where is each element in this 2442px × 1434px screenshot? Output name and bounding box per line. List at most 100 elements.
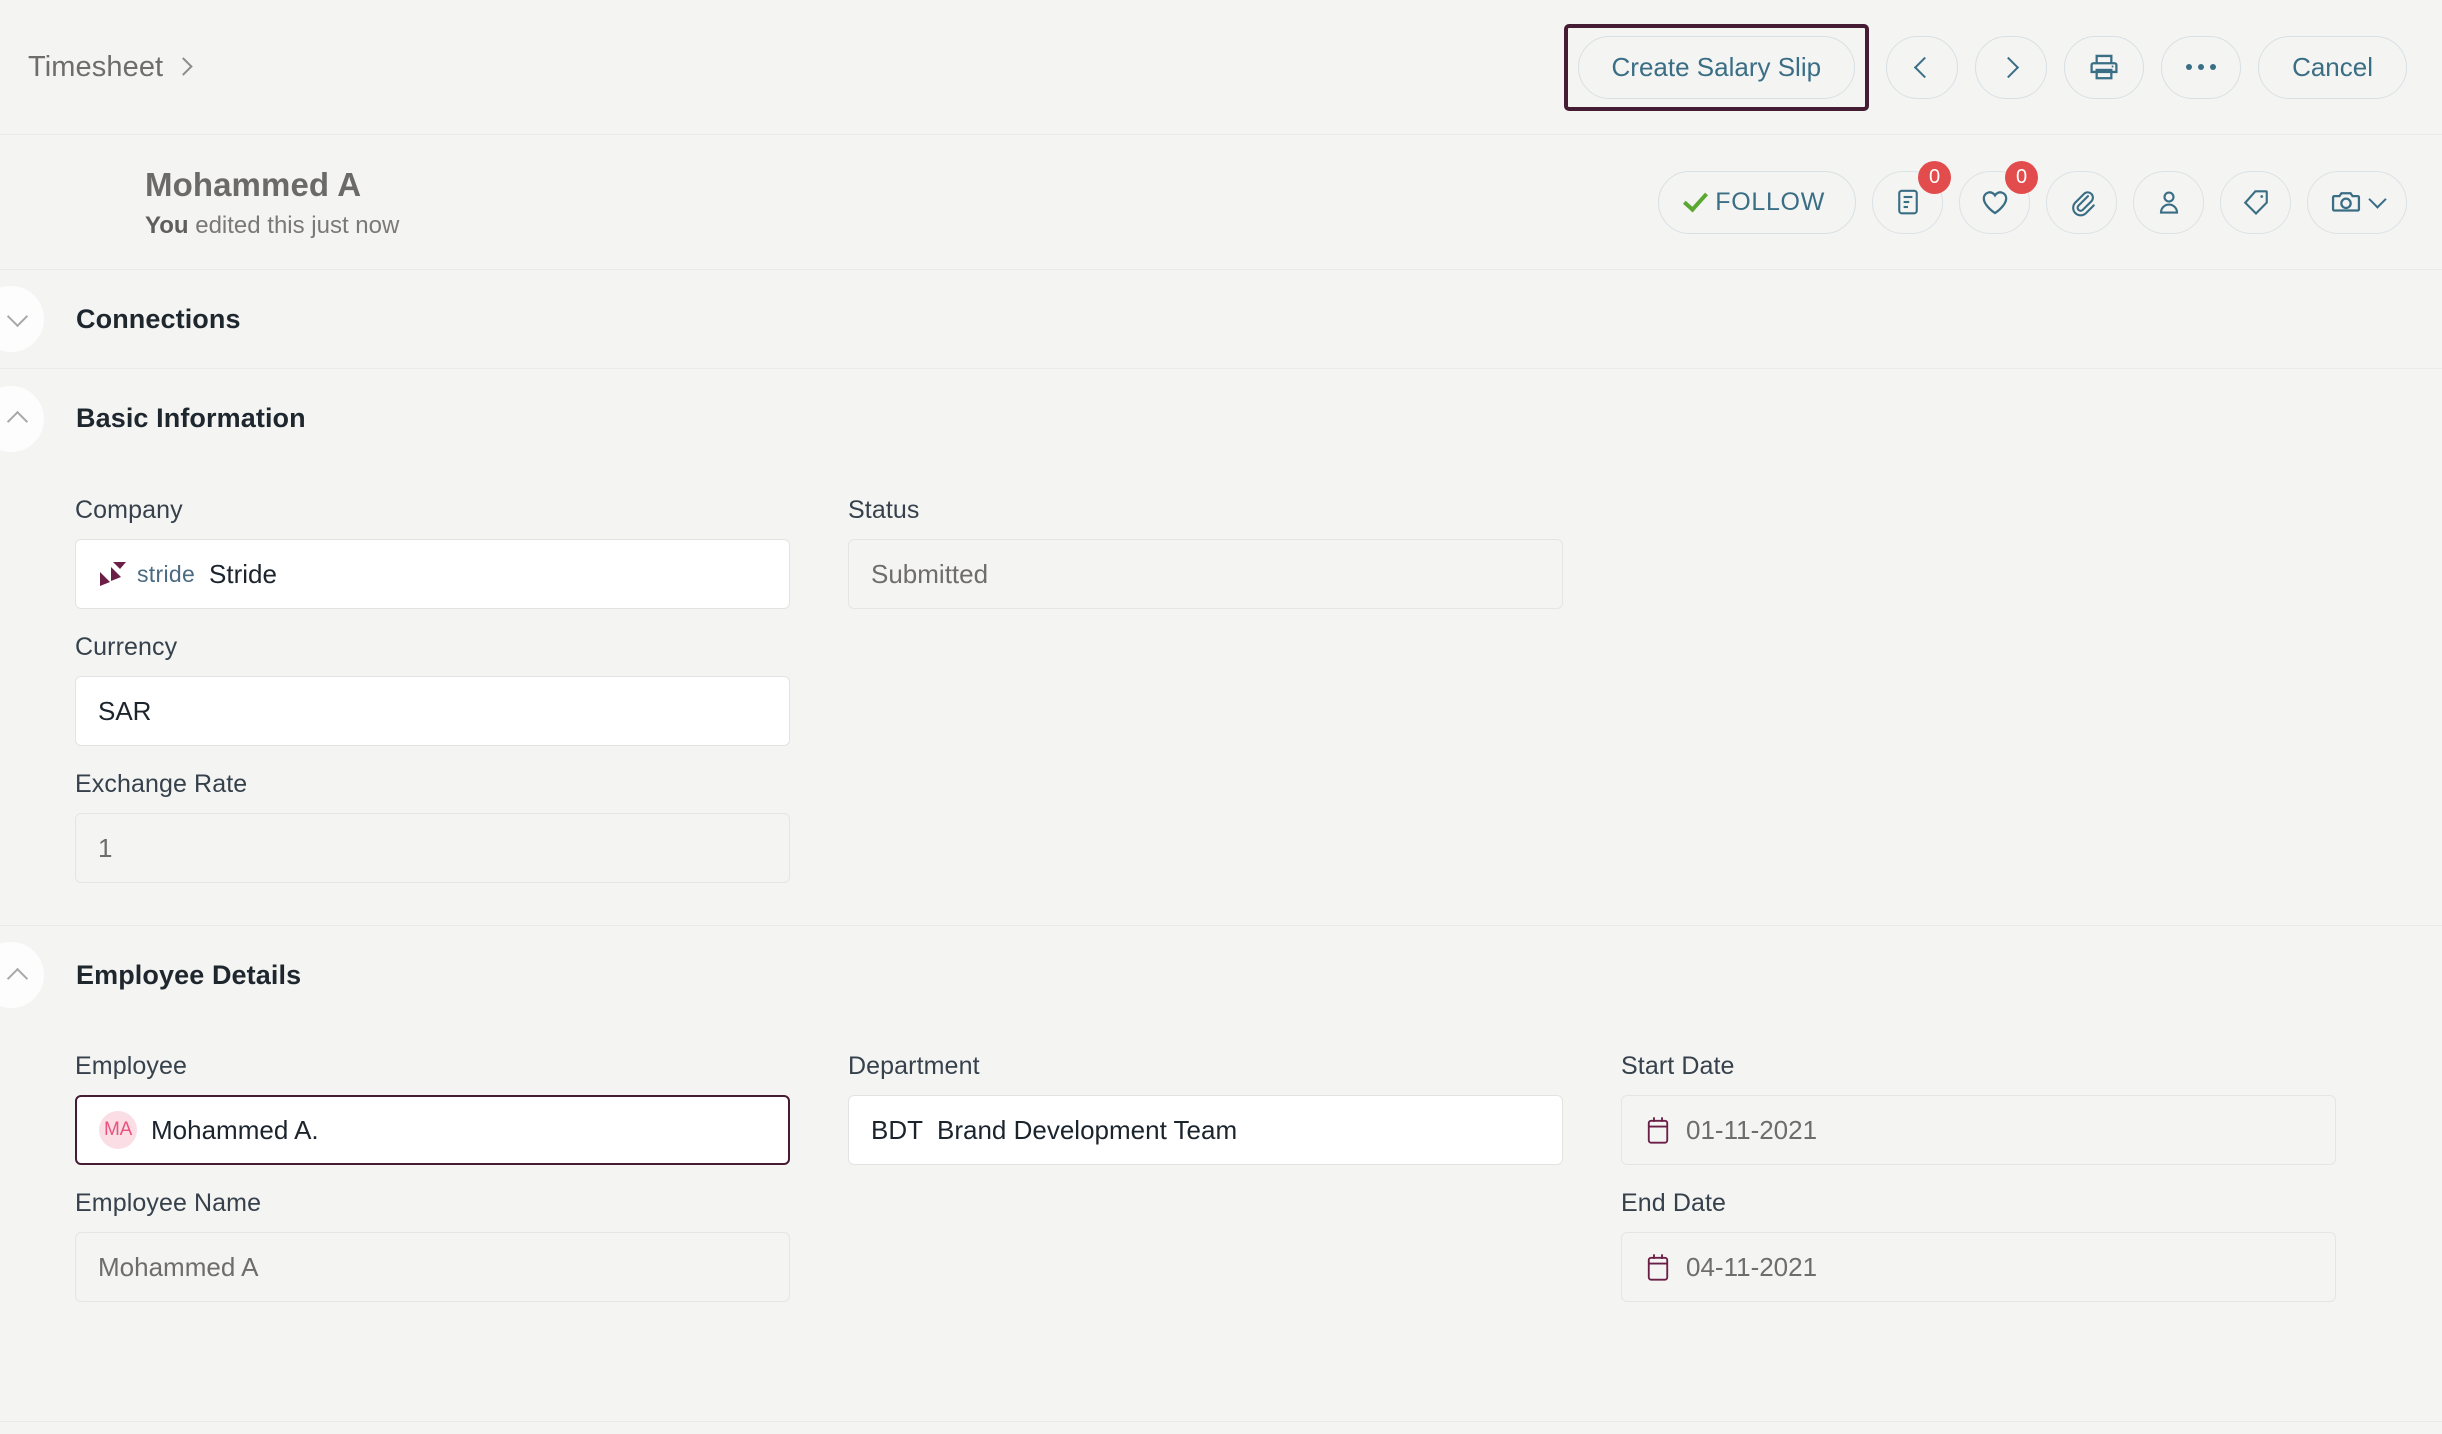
field-end-date: End Date 04-11-2021	[1621, 1189, 2336, 1302]
chevron-down-icon	[2368, 190, 2387, 209]
employee-name-value: Mohammed A	[98, 1251, 259, 1282]
employee-name-input[interactable]: Mohammed A	[75, 1232, 790, 1302]
last-edited-detail: edited this just now	[188, 212, 400, 240]
start-date-input[interactable]: 01-11-2021	[1621, 1095, 2336, 1165]
app-page: Timesheet Create Salary Slip Cancel Moha…	[0, 0, 2442, 1434]
chevron-right-icon	[174, 57, 193, 76]
chevron-up-icon	[6, 410, 28, 433]
last-edited-text: You edited this just now	[145, 212, 399, 240]
exchange-rate-input[interactable]: 1	[75, 813, 790, 883]
field-spacer	[848, 633, 1563, 746]
field-department: Department BDT Brand Development Team	[848, 1052, 1563, 1165]
currency-input[interactable]: SAR	[75, 676, 790, 746]
section-basic-information[interactable]: Basic Information	[0, 369, 2442, 468]
print-button[interactable]	[2064, 35, 2145, 99]
attachments-button[interactable]	[2046, 170, 2117, 234]
company-input[interactable]: stride Stride	[75, 539, 790, 609]
last-edited-actor: You	[145, 212, 189, 240]
toolbar-actions: Create Salary Slip Cancel	[1563, 23, 2407, 111]
likes-button[interactable]: 0	[1959, 160, 2038, 234]
breadcrumb-toolbar: Timesheet Create Salary Slip Cancel	[0, 0, 2442, 135]
employee-details-fields: Employee MA Mohammed A. Department BDT B…	[0, 1024, 2442, 1326]
calendar-icon	[1647, 1254, 1669, 1281]
section-connections-title: Connections	[76, 303, 241, 334]
section-employee-details-toggle[interactable]	[0, 942, 44, 1008]
heart-icon	[1982, 191, 2007, 215]
capture-button[interactable]	[2307, 170, 2407, 234]
next-record-button[interactable]	[1975, 35, 2048, 99]
field-currency-label: Currency	[75, 633, 178, 661]
field-company: Company stride Stride	[75, 496, 790, 609]
field-employee: Employee MA Mohammed A.	[75, 1052, 790, 1165]
basic-information-fields: Company stride Stride Status Submitted C…	[0, 468, 2442, 907]
stride-logo-icon: stride	[98, 560, 195, 588]
employee-input[interactable]: MA Mohammed A.	[75, 1095, 790, 1165]
field-start-date-label: Start Date	[1621, 1052, 1735, 1080]
document-header: Mohammed A You edited this just now FOLL…	[0, 135, 2442, 270]
camera-icon	[2331, 192, 2361, 212]
follow-button-label: FOLLOW	[1715, 187, 1825, 216]
field-currency: Currency SAR	[75, 633, 790, 746]
section-basic-information-title: Basic Information	[76, 403, 306, 433]
department-value: Brand Development Team	[937, 1114, 1238, 1145]
stride-wordmark: stride	[137, 560, 196, 587]
field-employee-name-label: Employee Name	[75, 1189, 262, 1217]
tags-button[interactable]	[2220, 170, 2291, 234]
check-icon	[1683, 186, 1709, 212]
page-title: Mohammed A	[145, 165, 362, 203]
create-salary-slip-highlight: Create Salary Slip	[1563, 23, 1870, 111]
section-basic-information-toggle[interactable]	[0, 385, 44, 452]
department-abbr: BDT	[871, 1114, 923, 1145]
form-row: Exchange Rate 1	[0, 770, 2442, 907]
end-date-value: 04-11-2021	[1686, 1251, 1818, 1282]
field-employee-label: Employee	[75, 1052, 187, 1080]
tag-icon	[2243, 190, 2268, 216]
stride-mark-icon	[100, 562, 126, 586]
section-employee-details-title: Employee Details	[76, 959, 302, 990]
chevron-left-icon	[1913, 56, 1936, 78]
employee-value: Mohammed A.	[151, 1114, 319, 1145]
status-input[interactable]: Submitted	[848, 539, 1563, 609]
user-icon	[2159, 191, 2178, 214]
field-spacer	[848, 1189, 1563, 1302]
print-icon	[2090, 54, 2118, 80]
more-actions-button[interactable]	[2161, 35, 2242, 99]
form-row: Employee MA Mohammed A. Department BDT B…	[0, 1052, 2442, 1189]
avatar: MA	[99, 1111, 137, 1149]
field-status-label: Status	[848, 496, 920, 524]
field-exchange-rate: Exchange Rate 1	[75, 770, 790, 883]
field-department-label: Department	[848, 1052, 980, 1080]
section-connections-toggle[interactable]	[0, 286, 44, 352]
create-salary-slip-button[interactable]: Create Salary Slip	[1577, 35, 1856, 99]
previous-record-button[interactable]	[1886, 35, 1959, 99]
breadcrumb: Timesheet	[28, 51, 193, 84]
currency-value: SAR	[98, 695, 152, 726]
field-exchange-rate-label: Exchange Rate	[75, 770, 248, 798]
start-date-value: 01-11-2021	[1686, 1114, 1818, 1145]
calendar-icon	[1647, 1117, 1669, 1144]
field-employee-name: Employee Name Mohammed A	[75, 1189, 790, 1302]
form-row: Currency SAR	[0, 633, 2442, 770]
section-employee-details[interactable]: Employee Details	[0, 925, 2442, 1024]
field-start-date: Start Date 01-11-2021	[1621, 1052, 2336, 1165]
likes-badge: 0	[2005, 160, 2038, 194]
department-input[interactable]: BDT Brand Development Team	[848, 1095, 1563, 1165]
cancel-button[interactable]: Cancel	[2258, 35, 2407, 99]
follow-button[interactable]: FOLLOW	[1658, 170, 1856, 234]
comments-button[interactable]: 0	[1872, 160, 1951, 234]
chevron-down-icon	[6, 305, 28, 327]
section-connections[interactable]: Connections	[0, 270, 2442, 369]
ellipsis-icon	[2186, 64, 2217, 70]
assignments-button[interactable]	[2133, 170, 2204, 234]
paperclip-icon	[2071, 191, 2095, 217]
breadcrumb-item-timesheet[interactable]: Timesheet	[28, 51, 163, 84]
chevron-right-icon	[1997, 56, 2020, 78]
field-end-date-label: End Date	[1621, 1189, 1727, 1217]
chevron-up-icon	[6, 967, 28, 989]
document-actions: FOLLOW 0 0	[1658, 160, 2407, 234]
status-value: Submitted	[871, 558, 989, 589]
end-date-input[interactable]: 04-11-2021	[1621, 1232, 2336, 1302]
comment-icon	[1897, 189, 1918, 215]
bottom-divider	[0, 1421, 2442, 1422]
field-spacer	[848, 770, 1563, 883]
